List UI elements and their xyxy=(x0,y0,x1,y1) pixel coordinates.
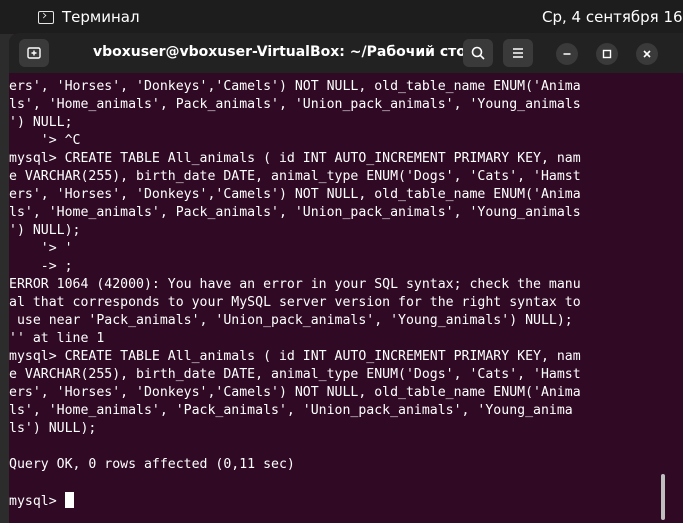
terminal-line: Query OK, 0 rows affected (0,11 sec) xyxy=(9,457,295,472)
terminal-line: e VARCHAR(255), birth_date DATE, animal_… xyxy=(9,169,581,184)
terminal-line: e VARCHAR(255), birth_date DATE, animal_… xyxy=(9,367,581,382)
scrollbar[interactable] xyxy=(673,73,683,523)
menu-button[interactable] xyxy=(503,39,533,67)
close-icon xyxy=(643,50,651,58)
new-tab-icon xyxy=(27,47,41,59)
terminal-line: '> ^C xyxy=(9,133,81,148)
active-app-menu[interactable]: Терминал xyxy=(38,8,140,26)
terminal-line: use near 'Pack_animals', 'Union_pack_ani… xyxy=(9,313,573,328)
terminal-line: ers', 'Horses', 'Donkeys','Camels') NOT … xyxy=(9,187,581,202)
prompt-line[interactable]: mysql> xyxy=(9,492,669,510)
text-cursor xyxy=(64,492,74,508)
terminal-line: ls') NULL); xyxy=(9,421,97,436)
terminal-line: ls', 'Home_animals', Pack_animals', 'Uni… xyxy=(9,205,581,220)
terminal-line: mysql> CREATE TABLE All_animals ( id INT… xyxy=(9,151,581,166)
terminal-line: ers', 'Horses', 'Donkeys','Camels') NOT … xyxy=(9,385,581,400)
terminal-line: ls', 'Home_animals', 'Pack_animals', 'Un… xyxy=(9,403,573,418)
terminal-line: '' at line 1 xyxy=(9,331,105,346)
search-button[interactable] xyxy=(463,39,493,67)
terminal-line: ') NULL); xyxy=(9,223,81,238)
new-tab-button[interactable] xyxy=(19,39,49,67)
terminal-line: ERROR 1064 (42000): You have an error in… xyxy=(9,277,581,292)
terminal-line: mysql> CREATE TABLE All_animals ( id INT… xyxy=(9,349,581,364)
minimize-icon xyxy=(563,53,571,55)
terminal-output[interactable]: ers', 'Horses', 'Donkeys','Camels') NOT … xyxy=(9,78,669,523)
terminal-line: ') NULL; xyxy=(9,115,73,130)
mysql-prompt: mysql> xyxy=(9,494,65,509)
title-bar[interactable]: vboxuser@vboxuser-VirtualBox: ~/Рабочий … xyxy=(9,33,683,73)
terminal-icon xyxy=(38,10,54,24)
active-app-name: Терминал xyxy=(62,8,140,26)
terminal-line: ers', 'Horses', 'Donkeys','Camels') NOT … xyxy=(9,79,581,94)
window-title: vboxuser@vboxuser-VirtualBox: ~/Рабочий … xyxy=(93,44,477,60)
search-icon xyxy=(471,46,485,60)
terminal-window: vboxuser@vboxuser-VirtualBox: ~/Рабочий … xyxy=(9,33,683,523)
maximize-icon xyxy=(602,49,612,59)
hamburger-icon xyxy=(513,48,523,58)
minimize-button[interactable] xyxy=(556,43,578,65)
terminal-line: '> ' xyxy=(9,241,73,256)
terminal-line: ls', 'Home_animals', Pack_animals', 'Uni… xyxy=(9,97,581,112)
terminal-line: -> ; xyxy=(9,259,73,274)
close-button[interactable] xyxy=(636,43,658,65)
terminal-line: al that corresponds to your MySQL server… xyxy=(9,295,581,310)
top-bar: Терминал Ср, 4 сентября 16:42 xyxy=(0,0,683,34)
scrollbar-thumb[interactable] xyxy=(661,474,665,520)
clock[interactable]: Ср, 4 сентября 16:42 xyxy=(542,8,683,26)
maximize-button[interactable] xyxy=(596,43,618,65)
